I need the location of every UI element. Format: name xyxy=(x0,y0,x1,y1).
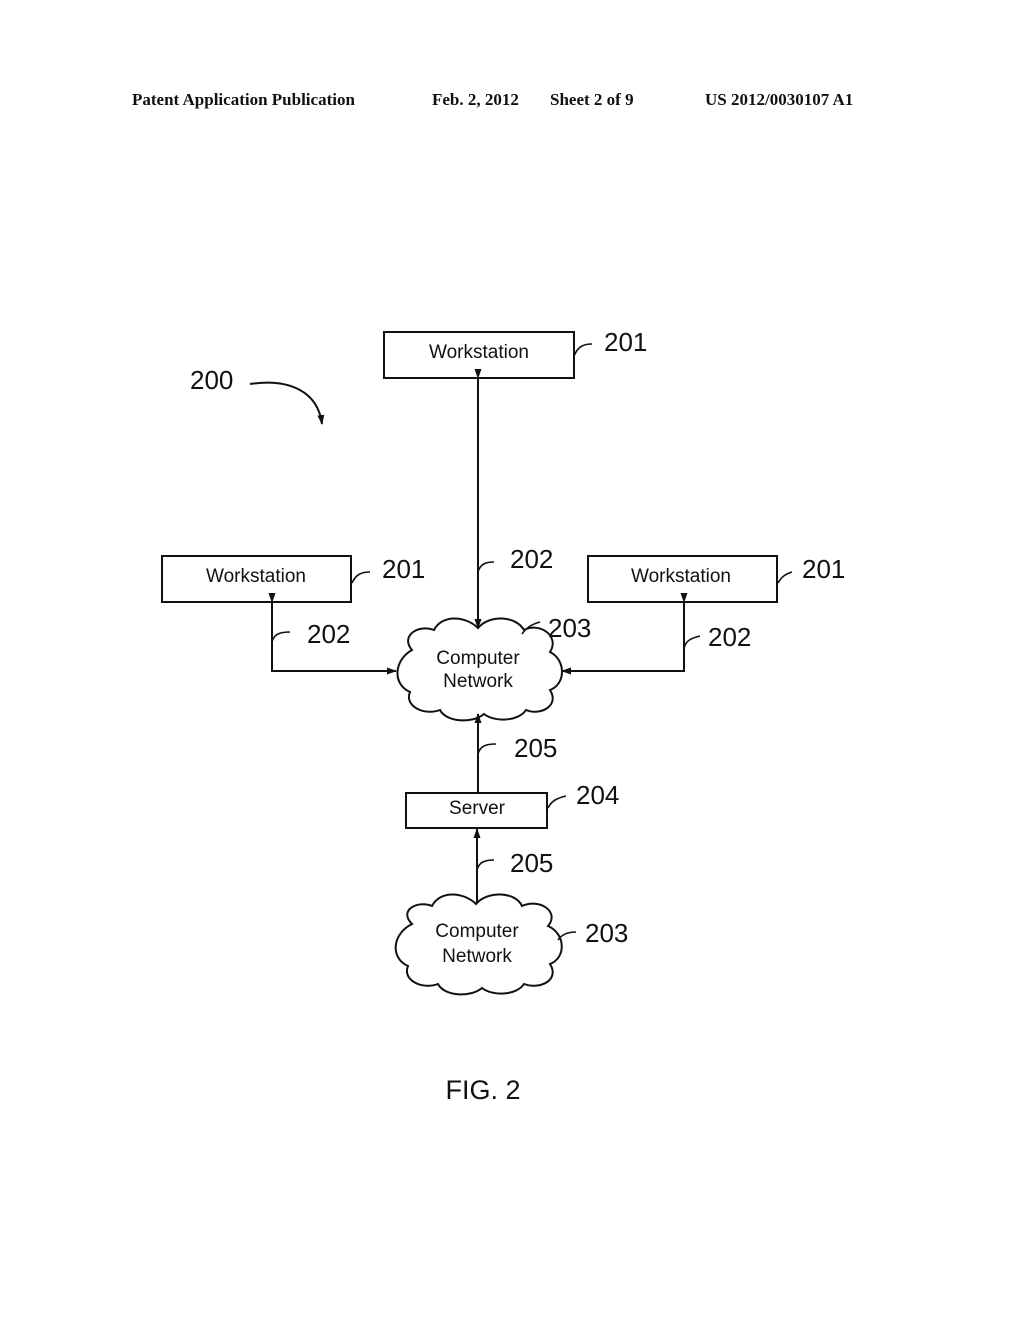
ref-leader xyxy=(351,571,371,584)
ref-leader xyxy=(476,859,495,871)
link-ref: 202 xyxy=(510,544,553,574)
network-label-line2: Network xyxy=(443,671,513,692)
link-left-workstation: 202 xyxy=(268,593,397,675)
link-top-workstation: 202 xyxy=(474,369,553,629)
link-ref: 205 xyxy=(510,848,553,878)
network-label-line1: Computer xyxy=(435,921,519,942)
ref-leader xyxy=(777,571,793,584)
network-label-line2: Network xyxy=(442,946,512,967)
workstation-ref: 201 xyxy=(802,554,845,584)
network-cloud-lower[interactable]: Computer Network 203 xyxy=(394,893,629,996)
ref-leader xyxy=(573,343,593,357)
server-label: Server xyxy=(449,798,506,819)
server-ref: 204 xyxy=(576,780,619,810)
ref-leader xyxy=(547,795,567,809)
workstation-right[interactable]: Workstation 201 xyxy=(587,554,845,603)
link-ref: 202 xyxy=(708,622,751,652)
workstation-label: Workstation xyxy=(631,566,731,587)
network-diagram: 200 Workstation 201 Workstation 201 Work… xyxy=(161,327,845,1105)
cloud-shape[interactable] xyxy=(396,617,563,722)
workstation-ref: 201 xyxy=(382,554,425,584)
server[interactable]: Server 204 xyxy=(405,780,619,829)
network-label-line1: Computer xyxy=(436,648,520,669)
link-server-to-network: 205 xyxy=(474,713,557,793)
ref-leader xyxy=(477,561,495,573)
workstation-ref: 201 xyxy=(604,327,647,357)
workstation-label: Workstation xyxy=(206,566,306,587)
workstation-top[interactable]: Workstation 201 xyxy=(383,327,647,379)
link-ref: 205 xyxy=(514,733,557,763)
network-cloud-upper[interactable]: Computer Network 203 xyxy=(396,613,591,722)
network-ref: 203 xyxy=(548,613,591,643)
system-ref-arrow xyxy=(249,381,325,425)
link-network-to-server: 205 xyxy=(473,828,553,904)
workstation-left[interactable]: Workstation 201 xyxy=(161,554,425,603)
ref-leader xyxy=(477,743,497,755)
link-ref: 202 xyxy=(307,619,350,649)
workstation-label: Workstation xyxy=(429,342,529,363)
network-ref: 203 xyxy=(585,918,628,948)
ref-leader xyxy=(271,631,291,643)
ref-leader xyxy=(683,635,701,649)
figure-caption: FIG. 2 xyxy=(445,1075,520,1105)
system-reference: 200 xyxy=(190,365,325,425)
cloud-shape[interactable] xyxy=(394,893,563,996)
system-ref-number: 200 xyxy=(190,365,233,395)
